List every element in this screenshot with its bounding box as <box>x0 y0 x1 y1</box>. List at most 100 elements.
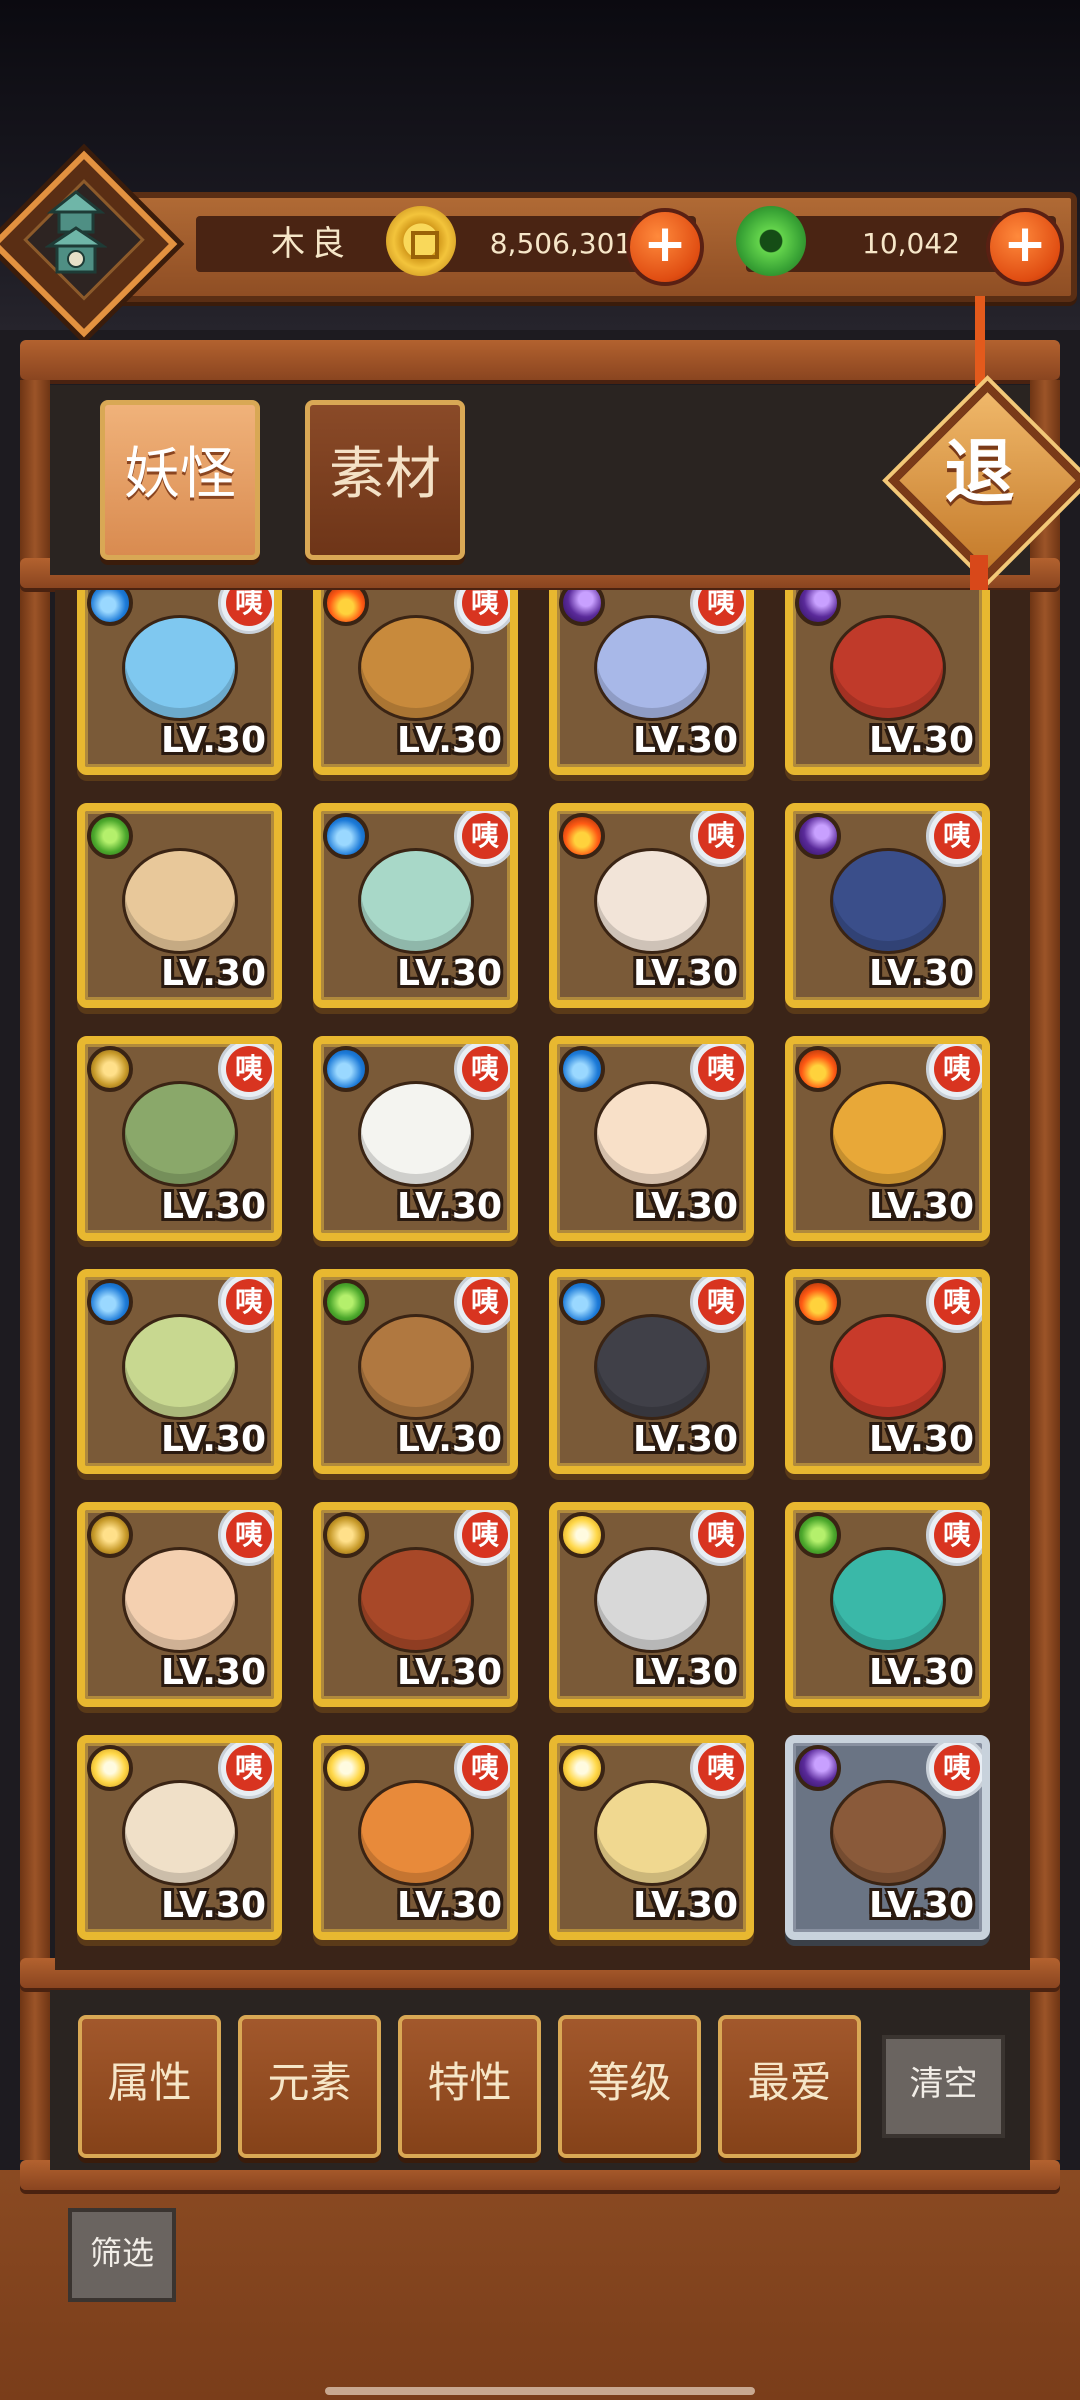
new-badge-label: 咦 <box>462 590 508 626</box>
water-element-icon <box>559 1279 605 1325</box>
card-level: LV.30 <box>633 1652 738 1693</box>
water-element-icon <box>87 1279 133 1325</box>
new-badge-label: 咦 <box>698 1046 744 1092</box>
monster-card[interactable]: 咦 LV.30 <box>77 1036 282 1241</box>
monster-card[interactable]: 咦 LV.30 <box>549 803 754 1008</box>
new-badge: 咦 <box>690 590 746 634</box>
new-badge-label: 咦 <box>226 1279 272 1325</box>
monster-card[interactable]: 咦 LV.30 <box>313 590 518 775</box>
monster-card[interactable]: 咦 LV.30 <box>313 803 518 1008</box>
new-badge-label: 咦 <box>226 1046 272 1092</box>
card-level: LV.30 <box>869 1186 974 1227</box>
monster-card[interactable]: 咦 LV.30 <box>549 1269 754 1474</box>
rice-ball-spirit-icon <box>596 617 707 718</box>
wood-element-icon <box>795 1512 841 1558</box>
new-badge-label: 咦 <box>934 1279 980 1325</box>
broad-sword-icon <box>596 1549 707 1650</box>
monster-card[interactable]: 咦 LV.30 <box>549 590 754 775</box>
card-level: LV.30 <box>397 1652 502 1693</box>
card-level: LV.30 <box>161 1186 266 1227</box>
monster-card[interactable]: 咦 LV.30 <box>313 1269 518 1474</box>
patched-cat-icon <box>596 850 707 951</box>
monster-card[interactable]: 咦 LV.30 <box>77 1735 282 1940</box>
card-level: LV.30 <box>161 1652 266 1693</box>
light-element-icon <box>323 1745 369 1791</box>
filter-trait-button[interactable]: 特性 <box>398 2015 541 2158</box>
monster-card[interactable]: 咦 LV.30 <box>549 1502 754 1707</box>
tab-monsters[interactable]: 妖怪 <box>100 400 260 560</box>
card-level: LV.30 <box>633 720 738 761</box>
new-badge-label: 咦 <box>698 590 744 626</box>
monster-card[interactable]: 咦 LV.30 <box>785 1735 990 1940</box>
water-element-icon <box>87 590 133 626</box>
dark-element-icon <box>795 813 841 859</box>
water-element-icon <box>559 1046 605 1092</box>
masked-warlord-icon <box>832 617 943 718</box>
new-badge: 咦 <box>218 1277 274 1333</box>
new-badge: 咦 <box>690 1277 746 1333</box>
monster-card[interactable]: 咦 LV.30 <box>313 1502 518 1707</box>
card-level: LV.30 <box>869 1652 974 1693</box>
player-status-bar: 木良 8,506,301 + 10,042 + <box>90 192 1077 302</box>
new-badge-label: 咦 <box>934 1512 980 1558</box>
exit-button[interactable]: 退 <box>887 380 1080 581</box>
monster-card[interactable]: 咦 LV.30 <box>313 1735 518 1940</box>
wood-element-icon <box>323 1279 369 1325</box>
monster-card[interactable]: 咦 LV.30 <box>785 1502 990 1707</box>
peach-fox-icon <box>360 1782 471 1883</box>
lotus-sprite-icon <box>596 1083 707 1184</box>
card-level: LV.30 <box>397 953 502 994</box>
monster-card[interactable]: 咦 LV.30 <box>77 1502 282 1707</box>
light-element-icon <box>559 1512 605 1558</box>
exit-label: 退 <box>944 431 1015 513</box>
vase-sprite-icon <box>360 850 471 951</box>
filter-attribute-button[interactable]: 属性 <box>78 2015 221 2158</box>
fan-lady-icon <box>124 1549 235 1650</box>
monster-card[interactable]: 咦 LV.30 <box>77 590 282 775</box>
dark-element-icon <box>559 590 605 626</box>
hook-lantern-icon <box>360 617 471 718</box>
log-sprite-icon <box>124 850 235 951</box>
monster-card[interactable]: 咦 LV.30 <box>785 1269 990 1474</box>
monster-grid: 咦 LV.30 咦 LV.30 咦 LV.30 LV.30 LV.30 咦 LV.30 咦 LV.30… <box>55 590 1030 1970</box>
filter-level-button[interactable]: 等级 <box>558 2015 701 2158</box>
tab-materials[interactable]: 素材 <box>305 400 465 560</box>
card-level: LV.30 <box>397 720 502 761</box>
spear-boy-icon <box>832 850 943 951</box>
monster-card[interactable]: 咦 LV.30 <box>77 1269 282 1474</box>
new-badge: 咦 <box>454 1044 510 1100</box>
light-element-icon <box>559 1745 605 1791</box>
clear-filters-button[interactable]: 清空 <box>882 2035 1005 2138</box>
new-badge: 咦 <box>454 1277 510 1333</box>
new-badge: 咦 <box>926 1277 982 1333</box>
new-badge-label: 咦 <box>226 590 272 626</box>
new-badge: 咦 <box>454 590 510 634</box>
screen-button[interactable]: 筛选 <box>68 2208 176 2302</box>
new-badge: 咦 <box>218 1510 274 1566</box>
sword-penguin-icon <box>596 1316 707 1417</box>
monster-card[interactable]: 咦 LV.30 <box>785 1036 990 1241</box>
filter-element-button[interactable]: 元素 <box>238 2015 381 2158</box>
dark-element-icon <box>795 590 841 626</box>
add-jade-button[interactable]: + <box>986 208 1064 286</box>
dark-element-icon <box>795 1745 841 1791</box>
monster-card[interactable]: 咦 LV.30 <box>785 803 990 1008</box>
gold-amount: 8,506,301 <box>489 227 633 260</box>
monster-card[interactable]: 咦 LV.30 <box>549 1036 754 1241</box>
new-badge: 咦 <box>454 1743 510 1799</box>
add-gold-button[interactable]: + <box>626 208 704 286</box>
pagoda-icon <box>45 190 107 274</box>
new-badge-label: 咦 <box>462 1279 508 1325</box>
monster-card[interactable]: LV.30 <box>785 590 990 775</box>
fire-element-icon <box>323 590 369 626</box>
new-badge-label: 咦 <box>698 1279 744 1325</box>
filter-favorite-button[interactable]: 最爱 <box>718 2015 861 2158</box>
pipe-sprite-icon <box>124 1083 235 1184</box>
monster-card[interactable]: 咦 LV.30 <box>549 1735 754 1940</box>
card-level: LV.30 <box>633 1885 738 1926</box>
wood-element-icon <box>87 813 133 859</box>
tassel-cord <box>975 296 985 386</box>
monster-card[interactable]: 咦 LV.30 <box>313 1036 518 1241</box>
monster-card[interactable]: LV.30 <box>77 803 282 1008</box>
new-badge: 咦 <box>218 1044 274 1100</box>
